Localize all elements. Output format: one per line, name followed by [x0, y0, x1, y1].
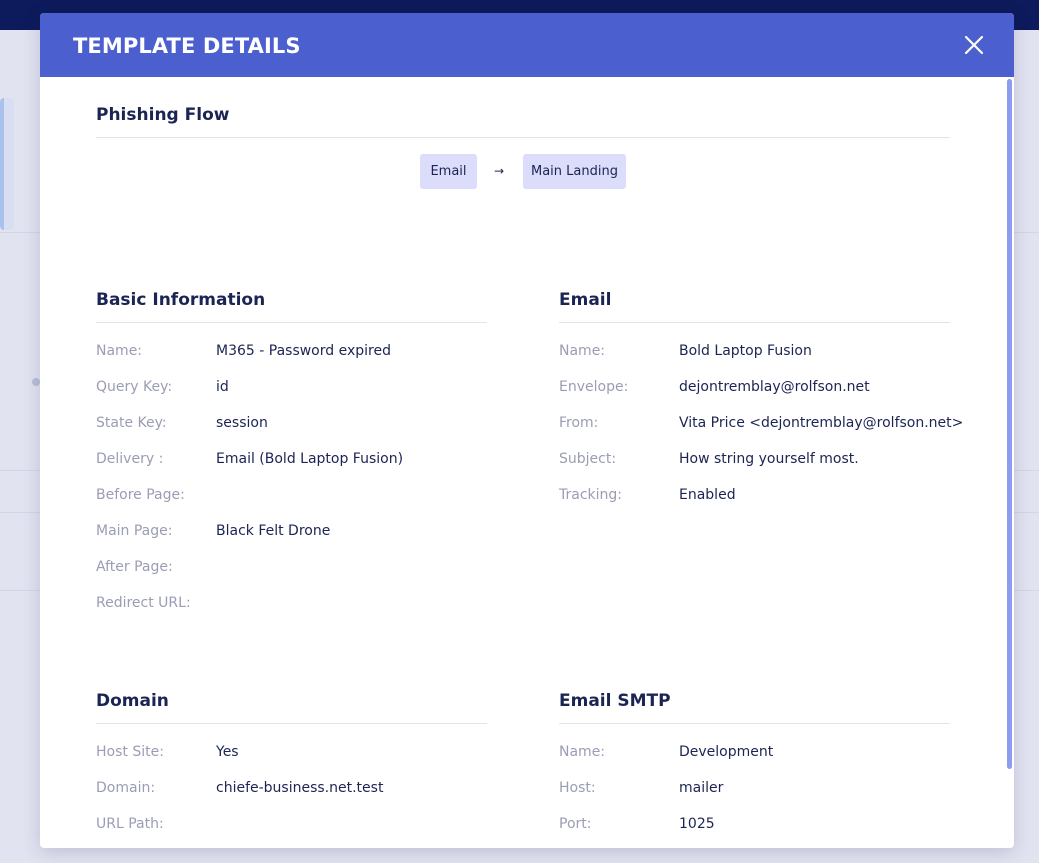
close-icon [964, 35, 984, 55]
section-divider [559, 322, 950, 323]
domain-domain-value: chiefe-business.net.test [216, 780, 384, 796]
basic-delivery-label: Delivery : [96, 451, 164, 467]
email-envelope-value: dejontremblay@rolfson.net [679, 379, 870, 395]
smtp-name-value: Development [679, 744, 774, 760]
basic-redirect-url-label: Redirect URL: [96, 595, 191, 611]
basic-query-key-label: Query Key: [96, 379, 173, 395]
email-name-label: Name: [559, 343, 606, 359]
basic-main-page-label: Main Page: [96, 523, 173, 539]
modal-title: TEMPLATE DETAILS [73, 34, 301, 58]
basic-name-value: M365 - Password expired [216, 343, 391, 359]
close-button[interactable] [958, 29, 990, 61]
basic-state-key-value: session [216, 415, 268, 431]
email-tracking-value: Enabled [679, 487, 736, 503]
email-envelope-label: Envelope: [559, 379, 629, 395]
section-divider [96, 322, 487, 323]
modal-header: TEMPLATE DETAILS [40, 13, 1014, 77]
template-details-modal: TEMPLATE DETAILS Phishing Flow Email → M… [40, 13, 1014, 848]
domain-url-path-label: URL Path: [96, 816, 164, 832]
email-title: Email [559, 290, 612, 310]
section-divider [559, 723, 950, 724]
basic-after-page-label: After Page: [96, 559, 173, 575]
flow-arrow: → [494, 164, 505, 178]
background-card [0, 98, 14, 230]
smtp-port-label: Port: [559, 816, 592, 832]
email-subject-label: Subject: [559, 451, 617, 467]
domain-host-site-value: Yes [216, 744, 239, 760]
email-subject-value: How string yourself most. [679, 451, 859, 467]
basic-delivery-value: Email (Bold Laptop Fusion) [216, 451, 404, 467]
basic-main-page-value: Black Felt Drone [216, 523, 331, 539]
basic-state-key-label: State Key: [96, 415, 167, 431]
smtp-name-label: Name: [559, 744, 606, 760]
modal-scrollbar[interactable] [1007, 79, 1012, 769]
domain-host-site-label: Host Site: [96, 744, 164, 760]
basic-before-page-label: Before Page: [96, 487, 185, 503]
basic-query-key-value: id [216, 379, 229, 395]
email-name-value: Bold Laptop Fusion [679, 343, 812, 359]
domain-title: Domain [96, 691, 169, 711]
smtp-port-value: 1025 [679, 816, 715, 832]
section-divider [96, 723, 487, 724]
domain-domain-label: Domain: [96, 780, 156, 796]
email-from-value: Vita Price <dejontremblay@rolfson.net> [679, 415, 964, 431]
basic-information-title: Basic Information [96, 290, 266, 310]
background-dot [32, 378, 40, 386]
flow-step-email: Email [420, 154, 477, 189]
smtp-host-label: Host: [559, 780, 596, 796]
email-tracking-label: Tracking: [559, 487, 622, 503]
flow-step-main-landing: Main Landing [523, 154, 626, 189]
smtp-host-value: mailer [679, 780, 724, 796]
section-divider [96, 137, 950, 138]
email-from-label: From: [559, 415, 599, 431]
basic-name-label: Name: [96, 343, 143, 359]
phishing-flow-title: Phishing Flow [96, 105, 230, 125]
email-smtp-title: Email SMTP [559, 691, 671, 711]
